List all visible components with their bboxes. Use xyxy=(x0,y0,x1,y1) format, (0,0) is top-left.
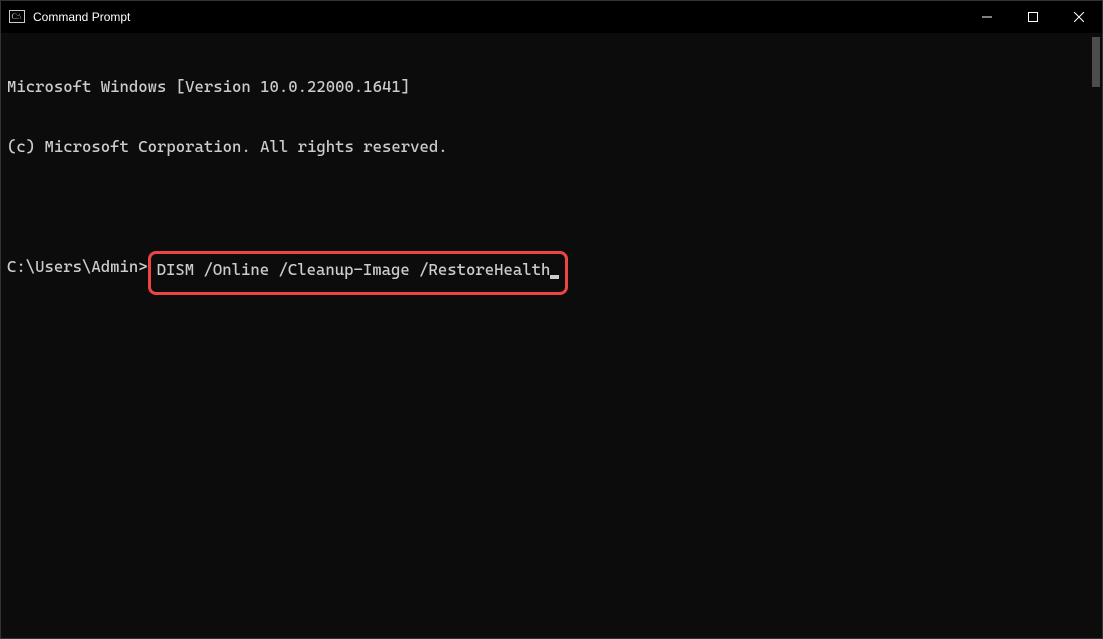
prompt-path: C:\Users\Admin> xyxy=(7,257,148,295)
titlebar[interactable]: C:\ Command Prompt xyxy=(1,1,1102,33)
vertical-scrollbar[interactable] xyxy=(1092,37,1100,87)
command-prompt-window: C:\ Command Prompt Microsoft Windows [Ve… xyxy=(0,0,1103,639)
version-line: Microsoft Windows [Version 10.0.22000.16… xyxy=(7,77,1096,97)
command-highlight: DISM /Online /Cleanup-Image /RestoreHeal… xyxy=(148,251,569,295)
cmd-icon: C:\ xyxy=(9,9,25,25)
maximize-button[interactable] xyxy=(1010,1,1056,33)
typed-command: DISM /Online /Cleanup-Image /RestoreHeal… xyxy=(157,260,551,279)
blank-line xyxy=(7,197,1096,217)
svg-text:C:\: C:\ xyxy=(12,12,23,21)
window-controls xyxy=(964,1,1102,33)
window-title: Command Prompt xyxy=(33,10,130,24)
minimize-button[interactable] xyxy=(964,1,1010,33)
close-button[interactable] xyxy=(1056,1,1102,33)
cursor-icon xyxy=(550,275,559,279)
prompt-line: C:\Users\Admin> DISM /Online /Cleanup-Ima… xyxy=(7,257,1096,295)
terminal-output[interactable]: Microsoft Windows [Version 10.0.22000.16… xyxy=(1,33,1102,638)
copyright-line: (c) Microsoft Corporation. All rights re… xyxy=(7,137,1096,157)
titlebar-left: C:\ Command Prompt xyxy=(1,9,130,25)
